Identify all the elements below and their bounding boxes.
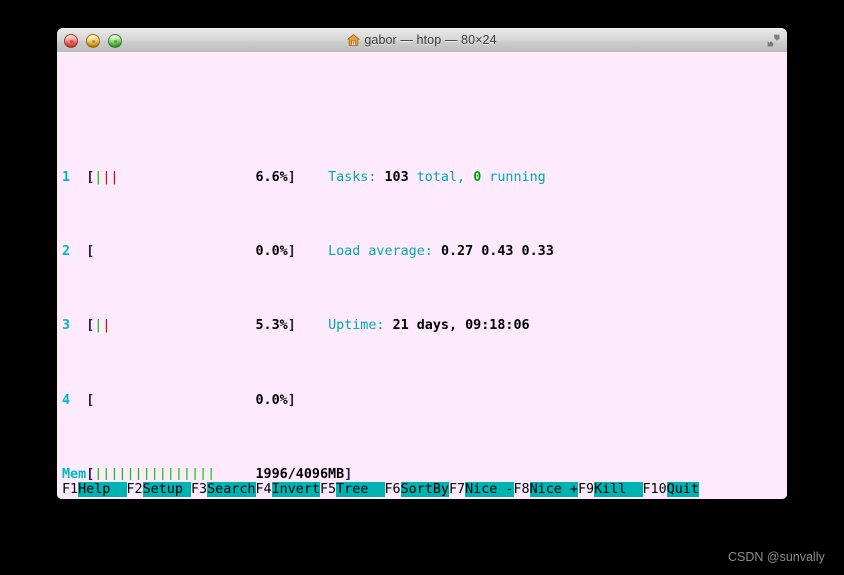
bracket-close: ] [287, 318, 296, 334]
tasks-running-suffix: running [481, 169, 546, 185]
window-titlebar[interactable]: gabor — htop — 80×24 [57, 28, 787, 53]
home-icon [347, 33, 361, 49]
fkey-number-f9: F9 [578, 482, 595, 497]
cpu2-label: 2 [62, 243, 71, 259]
fkey-number-f4: F4 [255, 482, 272, 497]
meter-row-cpu3: 3 [|| 5.3%] Uptime: 21 days, 09:18:06 [62, 317, 787, 336]
cpu3-value: 5.3% [255, 318, 288, 334]
load-values: 0.27 0.43 0.33 [440, 243, 554, 259]
fkey-label-search[interactable]: Search [207, 482, 256, 497]
fkey-label-invert[interactable]: Invert [271, 482, 320, 497]
cpu4-label: 4 [62, 392, 71, 408]
meter-row-cpu4: 4 [ 0.0%] [62, 392, 787, 411]
fkey-number-f1: F1 [62, 482, 79, 497]
meter-row-cpu1: 1 [||| 6.6%] Tasks: 103 total, 0 running [62, 169, 787, 188]
load-label: Load average: [328, 243, 441, 259]
cpu1-value: 6.6% [255, 169, 288, 185]
tasks-total: 103 [384, 169, 409, 185]
tasks-total-suffix: total, [408, 169, 474, 185]
expand-button[interactable] [766, 33, 781, 48]
tasks-label: Tasks: [328, 169, 385, 185]
bracket-close: ] [287, 169, 296, 185]
close-button[interactable] [64, 34, 78, 48]
fkey-label-setup[interactable]: Setup [142, 482, 191, 497]
window-controls [64, 34, 122, 48]
cpu2-value: 0.0% [255, 243, 288, 259]
cpu1-label: 1 [62, 169, 71, 185]
uptime-label: Uptime: [328, 318, 393, 334]
maximize-button[interactable] [108, 34, 122, 48]
terminal-window[interactable]: gabor — htop — 80×24 1 [||| 6.6%] Tasks:… [57, 28, 787, 499]
bracket-close: ] [287, 392, 296, 408]
fkey-label-tree[interactable]: Tree [336, 482, 385, 497]
htop-screen: 1 [||| 6.6%] Tasks: 103 total, 0 running… [57, 89, 787, 499]
function-key-bar[interactable]: F1Help F2Setup F3SearchF4InvertF5Tree F6… [57, 480, 787, 499]
fkey-number-f2: F2 [126, 482, 143, 497]
fkey-number-f8: F8 [513, 482, 530, 497]
terminal-content[interactable]: 1 [||| 6.6%] Tasks: 103 total, 0 running… [57, 52, 787, 499]
uptime-value: 21 days, 09:18:06 [392, 318, 530, 334]
cpu3-label: 3 [62, 318, 71, 334]
watermark: CSDN @sunvally [728, 550, 825, 564]
cpu4-value: 0.0% [255, 392, 288, 408]
window-title-text: gabor — htop — 80×24 [57, 33, 787, 49]
minimize-button[interactable] [86, 34, 100, 48]
fkey-label-quit[interactable]: Quit [666, 482, 699, 497]
fkey-label-nice[interactable]: Nice + [529, 482, 578, 497]
fkey-label-kill[interactable]: Kill [594, 482, 643, 497]
fkey-number-f10: F10 [642, 482, 667, 497]
meter-row-cpu2: 2 [ 0.0%] Load average: 0.27 0.43 0.33 [62, 243, 787, 262]
window-title-label: gabor — htop — 80×24 [364, 32, 497, 47]
fkey-number-f6: F6 [384, 482, 401, 497]
fkey-number-f5: F5 [320, 482, 337, 497]
meter-pad [94, 393, 255, 408]
meter-pad [118, 170, 255, 185]
meter-pad [110, 318, 255, 333]
fkey-label-nice[interactable]: Nice - [465, 482, 514, 497]
fkey-label-sortby[interactable]: SortBy [400, 482, 449, 497]
fkey-number-f7: F7 [449, 482, 466, 497]
fkey-number-f3: F3 [191, 482, 208, 497]
bracket-close: ] [287, 243, 296, 259]
meter-pad [94, 244, 255, 259]
fkey-label-help[interactable]: Help [78, 482, 127, 497]
